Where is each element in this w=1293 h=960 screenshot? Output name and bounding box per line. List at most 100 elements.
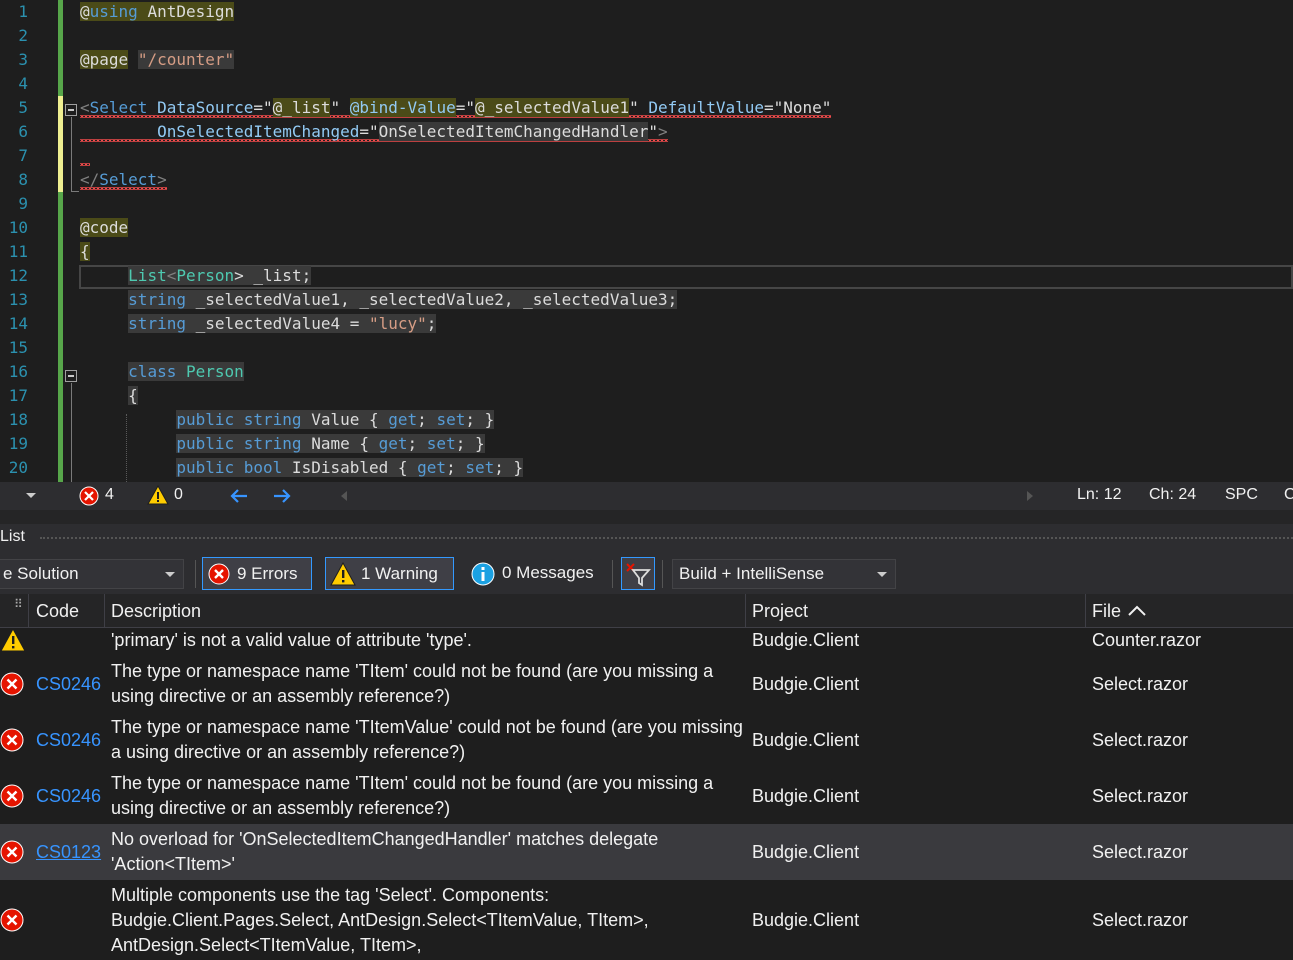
error-icon: [208, 563, 230, 585]
column-description[interactable]: Description: [111, 601, 201, 622]
line-number: 8: [18, 170, 28, 189]
column-divider[interactable]: [28, 594, 29, 628]
scroll-right-icon[interactable]: [1027, 491, 1033, 501]
error-project: Budgie.Client: [752, 674, 860, 694]
fold-end: [71, 191, 79, 192]
errors-filter-button[interactable]: 9 Errors: [202, 557, 312, 590]
column-divider[interactable]: [1085, 594, 1086, 628]
column-file[interactable]: File: [1092, 601, 1121, 622]
code-line-13: string _selectedValue1, _selectedValue2,…: [128, 290, 678, 309]
error-description: Multiple components use the tag 'Select'…: [111, 885, 649, 955]
error-icon: [0, 908, 24, 932]
error-file: Select.razor: [1092, 786, 1189, 806]
unsaved-change-bar: [58, 96, 63, 192]
line-number: 13: [8, 290, 28, 309]
error-file: Select.razor: [1092, 674, 1189, 694]
divider: [195, 560, 196, 588]
error-description: No overload for 'OnSelectedItemChangedHa…: [111, 829, 659, 874]
error-project: Budgie.Client: [752, 630, 860, 650]
saved-change-bar: [58, 0, 63, 96]
code-editor[interactable]: 1 2 3 4 5 6 7 8 9 10 11 12 13 14 15 16 1…: [0, 0, 1293, 482]
line-number: 19: [8, 434, 28, 453]
code-line-19: public string Name { get; set; }: [176, 434, 485, 453]
grip-icon[interactable]: ⠿: [14, 597, 23, 611]
scroll-left-icon[interactable]: [341, 491, 347, 501]
line-number: 3: [18, 50, 28, 69]
error-file: Select.razor: [1092, 842, 1189, 862]
line-number: 5: [18, 98, 28, 117]
error-icon: [0, 728, 24, 752]
collapse-icon[interactable]: [65, 370, 77, 382]
column-project[interactable]: Project: [752, 601, 808, 622]
messages-filter-button[interactable]: 0 Messages: [466, 557, 606, 590]
build-source-dropdown[interactable]: Build + IntelliSense: [672, 559, 896, 589]
line-number: 14: [8, 314, 28, 333]
build-source-value: Build + IntelliSense: [679, 564, 825, 583]
warnings-filter-button[interactable]: 1 Warning: [325, 557, 454, 590]
code-line-11: {: [80, 242, 90, 261]
error-list-title-bar: List: [0, 524, 1293, 552]
divider: [662, 560, 663, 588]
table-row[interactable]: CS0246 The type or namespace name 'TItem…: [0, 656, 1293, 712]
code-line-5: <Select DataSource="@_list" @bind-Value=…: [80, 98, 832, 117]
chevron-down-icon: [877, 572, 887, 577]
code-line-8: </Select>: [80, 170, 167, 189]
line-number: 16: [8, 362, 28, 381]
error-project: Budgie.Client: [752, 786, 860, 806]
error-list-header: ⠿ Code Description Project File: [0, 594, 1293, 628]
spacing-indicator[interactable]: SPC: [1225, 486, 1258, 504]
table-row[interactable]: CS0246 The type or namespace name 'TItem…: [0, 712, 1293, 768]
error-list[interactable]: 'primary' is not a valid value of attrib…: [0, 628, 1293, 960]
filter-button[interactable]: [621, 557, 655, 590]
column-divider[interactable]: [745, 594, 746, 628]
divider: [612, 560, 613, 588]
code-line-12: List<Person> _list;: [128, 266, 312, 285]
warning-icon: [0, 628, 26, 652]
line-number: 2: [18, 26, 28, 45]
line-ending-indicator[interactable]: C: [1284, 486, 1293, 504]
fold-line: [71, 383, 72, 482]
code-line-6: OnSelectedItemChanged="OnSelectedItemCha…: [80, 120, 668, 144]
line-number: 1: [18, 2, 28, 21]
line-number-gutter: 1 2 3 4 5 6 7 8 9 10 11 12 13 14 15 16 1…: [0, 0, 63, 482]
column-divider[interactable]: [104, 594, 105, 628]
zoom-dropdown-icon[interactable]: [26, 493, 36, 498]
warning-icon[interactable]: [147, 485, 169, 505]
fold-line: [71, 117, 72, 192]
table-row[interactable]: 'primary' is not a valid value of attrib…: [0, 628, 1293, 656]
line-number: 18: [8, 410, 28, 429]
line-number: 6: [18, 122, 28, 141]
line-number: 12: [8, 266, 28, 285]
line-number: 10: [8, 218, 28, 237]
error-file: Counter.razor: [1092, 630, 1202, 650]
title-grip: [40, 537, 1293, 539]
line-indicator: Ln: 12: [1077, 486, 1122, 503]
line-number: 7: [18, 146, 28, 165]
error-icon: [0, 672, 24, 696]
scope-dropdown[interactable]: e Solution: [0, 559, 184, 589]
line-number: 11: [8, 242, 28, 261]
sort-ascending-icon[interactable]: [1127, 605, 1147, 617]
warning-count[interactable]: 0: [174, 486, 183, 504]
arrow-left-icon[interactable]: [229, 487, 249, 505]
warning-icon: [330, 562, 356, 586]
table-row[interactable]: CS0246 The type or namespace name 'TItem…: [0, 768, 1293, 824]
error-project: Budgie.Client: [752, 910, 860, 930]
code-text[interactable]: @using AntDesign @page "/counter" <Selec…: [80, 0, 1293, 482]
error-description: The type or namespace name 'TItem' could…: [111, 773, 714, 818]
column-code[interactable]: Code: [36, 601, 79, 622]
panel-splitter[interactable]: [0, 510, 1293, 524]
code-line-20: public bool IsDisabled { get; set; }: [176, 458, 524, 477]
error-count[interactable]: 4: [105, 486, 114, 504]
error-icon[interactable]: [79, 486, 99, 506]
messages-label: 0 Messages: [502, 563, 594, 582]
arrow-right-icon[interactable]: [272, 487, 292, 505]
collapse-icon[interactable]: [65, 104, 77, 116]
code-line-14: string _selectedValue4 = "lucy";: [128, 314, 437, 333]
table-row[interactable]: Multiple components use the tag 'Select'…: [0, 880, 1293, 960]
line-number: 17: [8, 386, 28, 405]
table-row-selected[interactable]: CS0123 No overload for 'OnSelectedItemCh…: [0, 824, 1293, 880]
errors-label: 9 Errors: [237, 564, 298, 583]
error-file: Select.razor: [1092, 730, 1189, 750]
error-list-toolbar: e Solution 9 Errors 1 Warning 0 Messages…: [0, 552, 1293, 594]
